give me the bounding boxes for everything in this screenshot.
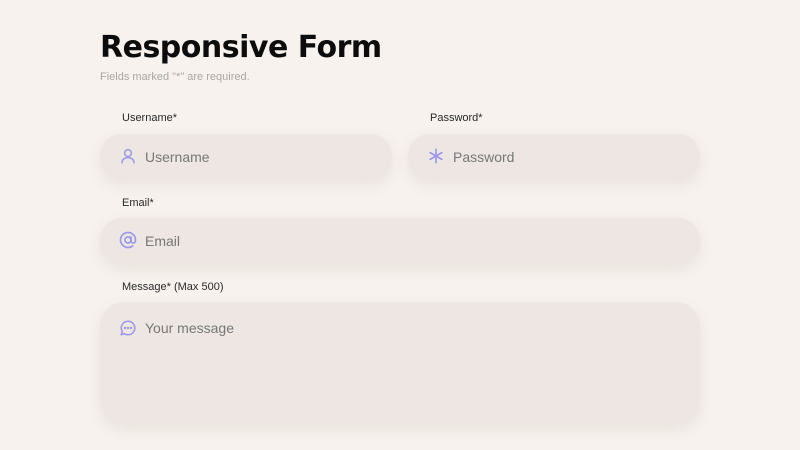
- username-field[interactable]: [100, 134, 392, 180]
- username-label: Username*: [122, 112, 178, 124]
- email-label: Email*: [122, 197, 154, 209]
- message-textarea[interactable]: [145, 319, 685, 411]
- user-icon: [119, 147, 137, 165]
- password-label: Password*: [430, 112, 483, 124]
- required-note: Fields marked "*" are required.: [100, 71, 250, 83]
- at-sign-icon: [119, 231, 137, 249]
- email-field[interactable]: [100, 218, 700, 264]
- asterisk-icon: [427, 147, 445, 165]
- message-label: Message* (Max 500): [122, 281, 224, 293]
- chat-bubble-icon: [119, 319, 137, 337]
- username-input[interactable]: [145, 134, 377, 180]
- email-input[interactable]: [145, 218, 685, 264]
- page-title: Responsive Form: [100, 30, 382, 65]
- password-field[interactable]: [408, 134, 700, 180]
- password-input[interactable]: [453, 134, 685, 180]
- message-field[interactable]: [100, 302, 700, 424]
